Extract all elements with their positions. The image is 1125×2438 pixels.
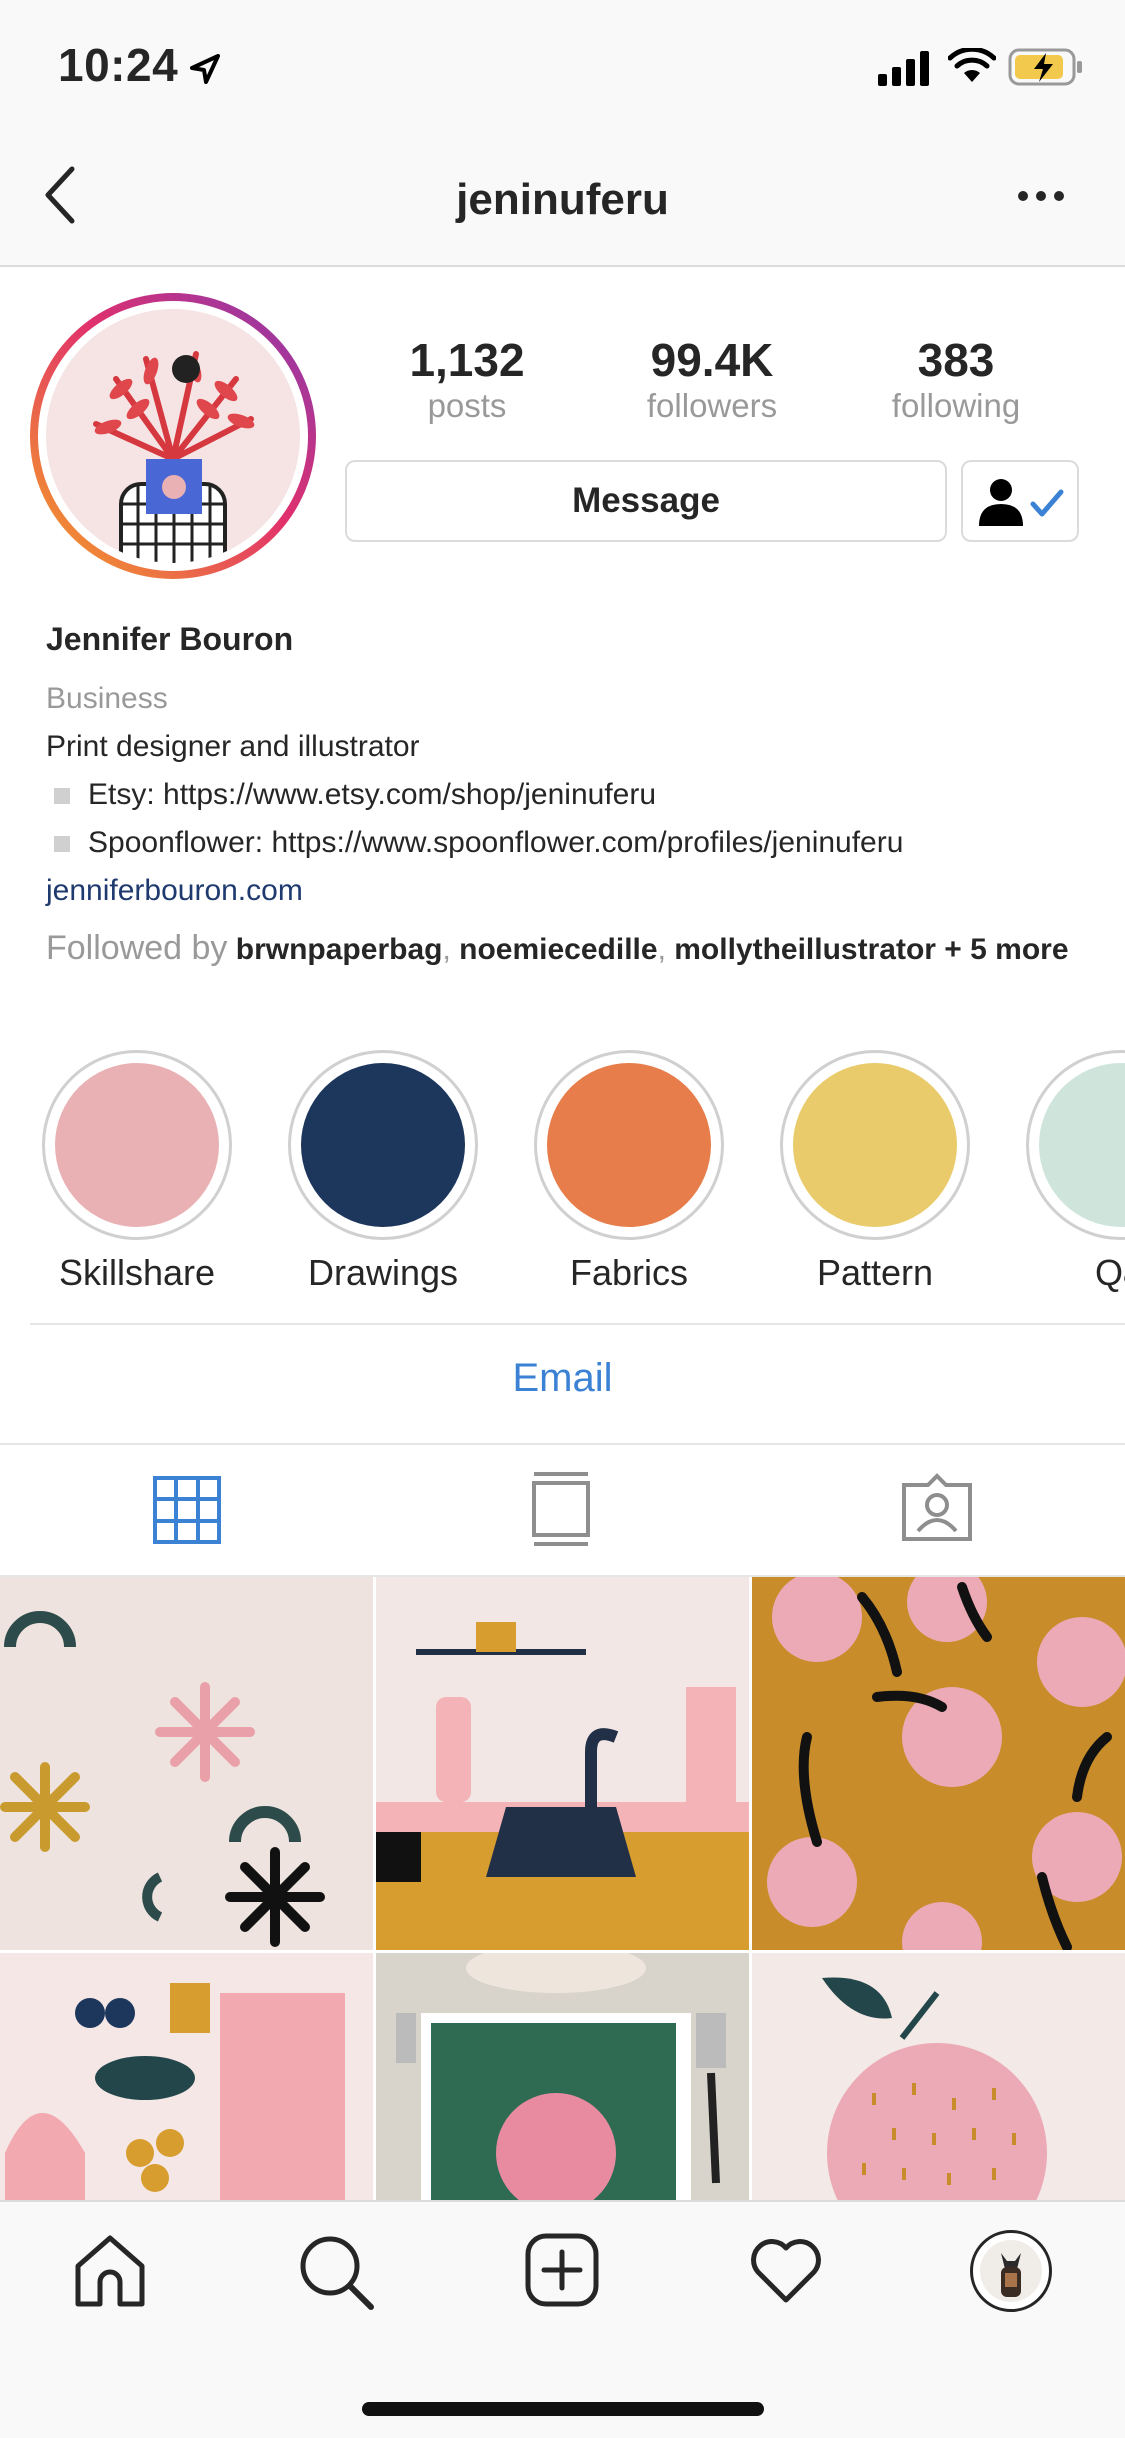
highlight-ring: [42, 1050, 232, 1240]
highlight-label: Pattern: [816, 1252, 934, 1293]
website-link[interactable]: jenniferbouron.com: [46, 874, 303, 908]
add-post-icon[interactable]: [524, 2232, 600, 2308]
post-image: [0, 1611, 325, 1947]
stat-following-label: following: [891, 387, 1021, 424]
location-arrow-icon: [190, 54, 220, 84]
tagged-icon[interactable]: [900, 1473, 974, 1543]
stat-posts[interactable]: 1,132 posts: [347, 333, 587, 425]
highlight-ring: [780, 1050, 970, 1240]
followed-by-user[interactable]: brwnpaperbag: [236, 933, 443, 966]
post-tile[interactable]: [0, 1577, 373, 1950]
followed-by-prefix: Followed by: [46, 929, 228, 967]
bio-description: Print designer and illustrator: [46, 730, 420, 763]
avatar-illustration: [93, 351, 255, 563]
highlight-label: Drawings: [307, 1252, 459, 1293]
grid-separator: [749, 1577, 752, 2200]
post-image: [376, 1622, 749, 1950]
stat-followers-label: followers: [646, 387, 778, 424]
profile-category: Business: [46, 682, 168, 715]
profile-avatar-large: [46, 309, 300, 563]
profile-header: jeninuferu: [0, 135, 1125, 267]
feed-icon[interactable]: [530, 1471, 592, 1547]
content-tabs: [0, 1445, 1125, 1575]
highlight-cover: [1039, 1063, 1125, 1227]
stat-followers[interactable]: 99.4K followers: [592, 333, 832, 425]
highlight-cover: [547, 1063, 711, 1227]
stat-followers-value: 99.4K: [650, 334, 774, 386]
home-icon[interactable]: [72, 2232, 148, 2308]
bio-line-spoonflower: Spoonflower: https://www.spoonflower.com…: [46, 826, 903, 860]
highlight-ring: [1026, 1050, 1125, 1240]
stat-posts-label: posts: [427, 387, 507, 424]
stat-following-value: 383: [917, 334, 995, 386]
following-status-button[interactable]: [961, 460, 1079, 542]
highlight-label: Q&: [1094, 1252, 1125, 1293]
post-image: [5, 1983, 345, 2200]
highlight-ring: [534, 1050, 724, 1240]
followed-by-more[interactable]: + 5 more: [944, 933, 1068, 966]
post-tile[interactable]: [0, 1953, 373, 2200]
grid-icon[interactable]: [152, 1475, 222, 1545]
highlight-ring: [288, 1050, 478, 1240]
profile-avatar[interactable]: [970, 2230, 1052, 2312]
message-button-label: Message: [572, 481, 720, 520]
bullet-icon: [54, 836, 70, 853]
bio-line-etsy: Etsy: https://www.etsy.com/shop/jeninufe…: [46, 778, 656, 812]
bullet-icon: [54, 788, 70, 805]
highlight-fabrics[interactable]: [534, 1050, 724, 1240]
profile-username: jeninuferu: [456, 175, 669, 224]
email-button[interactable]: Email: [0, 1356, 1125, 1401]
post-tile[interactable]: [376, 1577, 749, 1950]
signal-icon: [878, 51, 929, 86]
divider: [30, 1323, 1125, 1325]
bio-line-spoonflower-text: Spoonflower: https://www.spoonflower.com…: [88, 826, 904, 859]
post-tile[interactable]: [376, 1953, 749, 2200]
person-check-icon: [979, 479, 1064, 526]
wifi-icon: [948, 48, 996, 82]
more-options-icon[interactable]: [1016, 189, 1066, 203]
highlight-qa[interactable]: Q&: [1026, 1050, 1125, 1300]
highlight-cover: [793, 1063, 957, 1227]
highlight-skillshare[interactable]: [42, 1050, 232, 1240]
bottom-tab-bar: [0, 2200, 1125, 2438]
message-button[interactable]: Message: [345, 460, 947, 542]
highlight-pattern[interactable]: [780, 1050, 970, 1240]
highlight-label: Fabrics: [569, 1252, 689, 1293]
grid-separator: [373, 1577, 376, 2200]
story-ring[interactable]: [30, 293, 316, 579]
post-tile[interactable]: [752, 1577, 1125, 1950]
highlight-label: Skillshare: [58, 1252, 216, 1293]
highlight-drawings[interactable]: [288, 1050, 478, 1240]
followed-by-user[interactable]: mollytheillustrator: [674, 933, 936, 966]
search-icon[interactable]: [296, 2232, 376, 2312]
highlight-cover: [55, 1063, 219, 1227]
post-image: [396, 1953, 726, 2200]
highlight-cover: [301, 1063, 465, 1227]
post-tile[interactable]: [752, 1953, 1125, 2200]
bio-line-etsy-text: Etsy: https://www.etsy.com/shop/jeninufe…: [88, 778, 657, 811]
post-image: [822, 1977, 1047, 2200]
grid-separator: [0, 1950, 1125, 1953]
home-indicator: [362, 2402, 764, 2416]
status-time: 10:24: [58, 39, 179, 91]
post-image: [767, 1577, 1125, 1950]
followed-by[interactable]: Followed by brwnpaperbag, noemiecedille,…: [46, 928, 1086, 970]
stat-following[interactable]: 383 following: [836, 333, 1076, 425]
heart-icon[interactable]: [748, 2236, 824, 2306]
status-bar: 10:24: [0, 0, 1125, 135]
stat-posts-value: 1,132: [409, 334, 525, 386]
profile-full-name: Jennifer Bouron: [46, 621, 294, 657]
dog-avatar-image: [980, 2240, 1042, 2302]
followed-by-user[interactable]: noemiecedille: [459, 933, 657, 966]
battery-icon: [1008, 48, 1082, 86]
